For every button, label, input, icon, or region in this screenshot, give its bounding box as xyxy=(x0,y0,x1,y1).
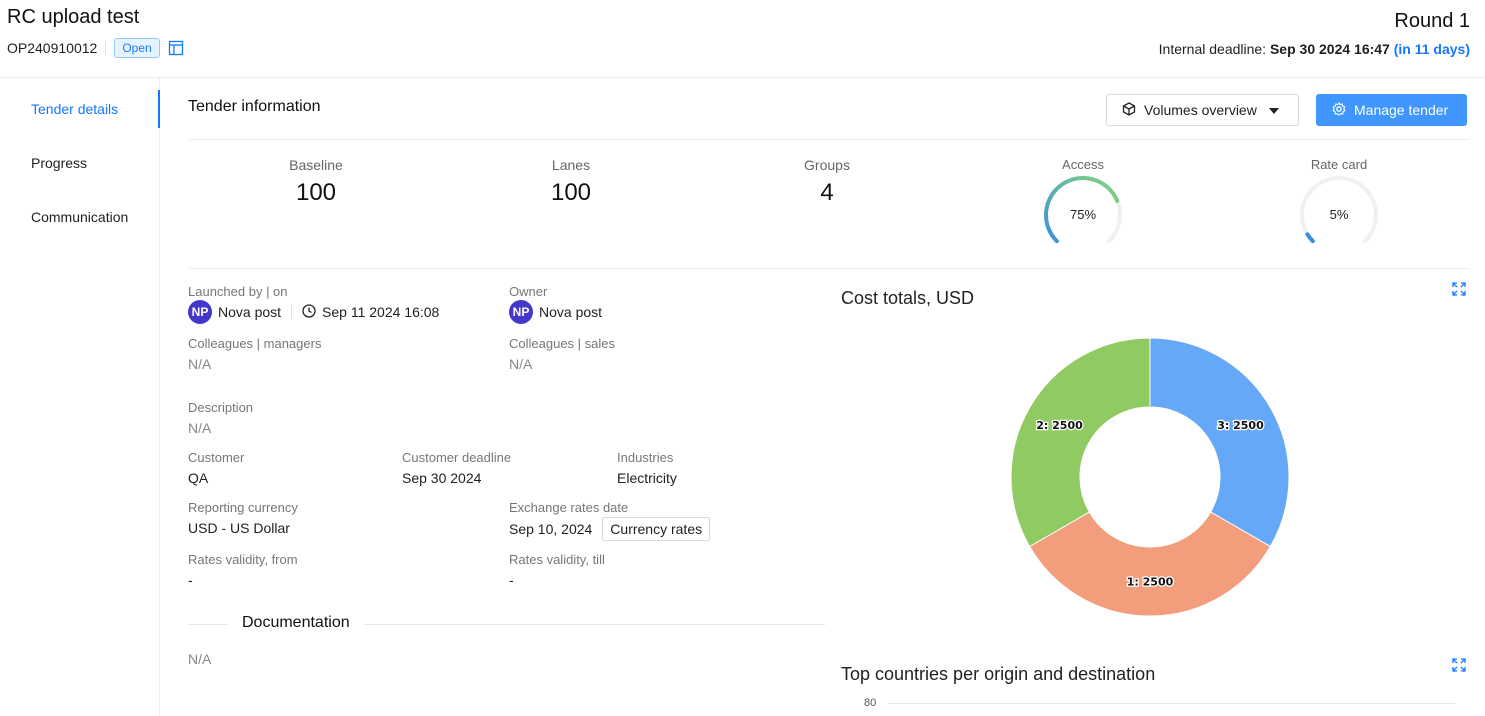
stat-groups-value: 4 xyxy=(820,179,834,206)
gridline xyxy=(888,703,1455,704)
exchange-date-label: Exchange rates date xyxy=(509,500,629,515)
divider xyxy=(188,139,1470,140)
validity-till-label: Rates validity, till xyxy=(509,552,605,567)
documentation-value: N/A xyxy=(188,651,212,667)
exchange-date-value: Sep 10, 2024 xyxy=(509,521,593,537)
top-countries-title: Top countries per origin and destination xyxy=(841,664,1156,684)
launched-by: Nova post xyxy=(218,304,282,320)
layout-icon[interactable] xyxy=(168,40,184,56)
rate-card-value: 5% xyxy=(1329,207,1349,222)
round-label: Round 1 xyxy=(1394,10,1470,32)
cost-totals-title: Cost totals, USD xyxy=(841,288,975,308)
validity-from-label: Rates validity, from xyxy=(188,552,298,567)
status-badge: Open xyxy=(114,38,160,58)
reporting-currency-label: Reporting currency xyxy=(188,500,298,515)
tender-id-row: OP240910012 Open xyxy=(7,38,184,58)
manage-tender-button[interactable]: Manage tender xyxy=(1316,94,1467,126)
manage-tender-label: Manage tender xyxy=(1354,102,1449,118)
divider xyxy=(105,41,107,55)
pie-slice-3[interactable] xyxy=(1149,337,1290,548)
colleagues-managers-value: N/A xyxy=(188,356,212,372)
launched-value: NP Nova post Sep 11 2024 16:08 xyxy=(188,300,439,324)
launched-on: Sep 11 2024 16:08 xyxy=(322,304,440,320)
stat-lanes: Lanes 100 xyxy=(491,157,651,207)
reporting-currency-value: USD - US Dollar xyxy=(188,520,290,536)
stat-baseline: Baseline 100 xyxy=(236,157,396,207)
pie-data-label: 1: 2500 xyxy=(1127,576,1174,589)
gear-icon xyxy=(1332,101,1346,119)
stat-groups-label: Groups xyxy=(804,157,850,173)
deadline-label: Internal deadline: xyxy=(1158,41,1267,57)
divider xyxy=(291,305,293,319)
sidebar-item-progress[interactable]: Progress xyxy=(31,155,87,171)
exchange-date-row: Sep 10, 2024 Currency rates xyxy=(509,517,711,541)
stat-baseline-label: Baseline xyxy=(289,157,343,173)
industries-label: Industries xyxy=(617,450,674,465)
description-label: Description xyxy=(188,400,254,415)
sidebar-item-communication[interactable]: Communication xyxy=(31,209,128,225)
expand-icon[interactable] xyxy=(1452,282,1466,296)
tender-code: OP240910012 xyxy=(7,40,98,56)
customer-deadline-value: Sep 30 2024 xyxy=(402,470,482,486)
stat-lanes-label: Lanes xyxy=(551,157,591,173)
pie-data-label: 2: 2500 xyxy=(1036,419,1083,432)
stat-groups: Groups 4 xyxy=(747,157,907,207)
pie-slice-1[interactable] xyxy=(1028,511,1272,617)
owner-name: Nova post xyxy=(539,304,603,320)
divider xyxy=(188,268,1470,269)
access-label: Access xyxy=(1062,157,1104,172)
currency-rates-button[interactable]: Currency rates xyxy=(602,517,711,541)
colleagues-sales-value: N/A xyxy=(509,356,533,372)
cost-totals-chart: 3: 2500 1: 2500 2: 2500 xyxy=(1010,337,1290,617)
deadline-value: Sep 30 2024 16:47 xyxy=(1269,41,1390,57)
page-header: RC upload test OP240910012 Open Round 1 … xyxy=(0,0,1485,78)
colleagues-managers-label: Colleagues | managers xyxy=(188,336,322,351)
active-indicator xyxy=(158,90,160,128)
documentation-title: Documentation xyxy=(228,614,364,632)
customer-label: Customer xyxy=(188,450,245,465)
avatar: NP xyxy=(509,300,533,324)
description-value: N/A xyxy=(188,420,212,436)
validity-from-value: - xyxy=(188,572,193,588)
pie-data-label: 3: 2500 xyxy=(1217,419,1264,432)
volumes-overview-label: Volumes overview xyxy=(1144,102,1257,118)
page-title: RC upload test xyxy=(7,6,140,28)
access-value: 75% xyxy=(1069,207,1097,222)
customer-deadline-label: Customer deadline xyxy=(402,450,512,465)
caret-down-icon xyxy=(1268,102,1279,118)
stat-baseline-value: 100 xyxy=(295,179,337,206)
avatar: NP xyxy=(188,300,212,324)
stat-lanes-value: 100 xyxy=(550,179,592,206)
industries-value: Electricity xyxy=(617,470,677,486)
expand-icon[interactable] xyxy=(1452,658,1466,672)
internal-deadline: Internal deadline: Sep 30 2024 16:47 (in… xyxy=(1159,41,1470,57)
y-tick-label: 80 xyxy=(864,697,877,709)
volumes-overview-button[interactable]: Volumes overview xyxy=(1106,94,1299,126)
colleagues-sales-label: Colleagues | sales xyxy=(509,336,615,351)
launched-label: Launched by | on xyxy=(188,284,288,299)
section-title: Tender information xyxy=(188,98,321,115)
sidebar: Tender details Progress Communication xyxy=(0,78,160,716)
sidebar-item-tender-details[interactable]: Tender details xyxy=(31,101,118,117)
owner-label: Owner xyxy=(509,284,548,299)
customer-value: QA xyxy=(188,470,209,486)
pie-slice-2[interactable] xyxy=(1010,337,1151,548)
validity-till-value: - xyxy=(509,572,514,588)
deadline-days: (in 11 days) xyxy=(1393,41,1470,57)
clock-icon xyxy=(302,303,316,321)
cube-icon xyxy=(1122,101,1136,119)
rate-card-label: Rate card xyxy=(1310,157,1368,172)
owner-value: NP Nova post xyxy=(509,300,602,324)
